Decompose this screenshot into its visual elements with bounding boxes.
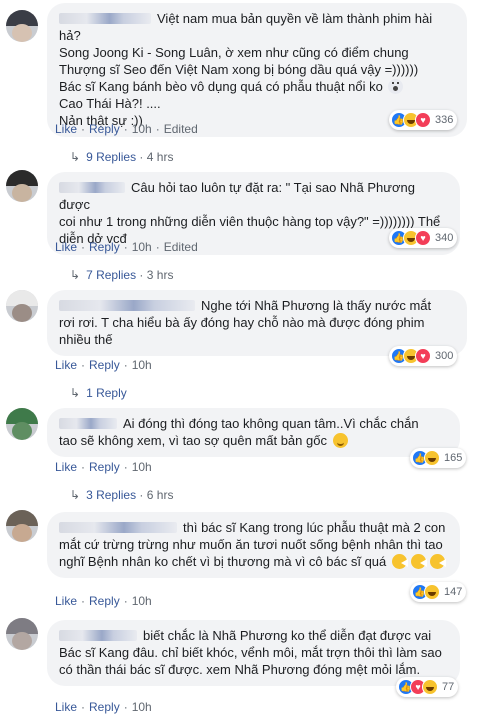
comment-bubble: Ai đóng thì đóng tao không quan tâm..Vì … (47, 408, 460, 457)
reaction-count: 165 (444, 452, 463, 464)
comment-text: thì bác sĩ Kang trong lúc phẫu thuật mà … (183, 520, 446, 535)
avatar[interactable] (6, 510, 38, 542)
avatar[interactable] (6, 170, 38, 202)
commenter-name[interactable] (59, 522, 177, 533)
comment-text: Bác sĩ Kang bánh bèo vô dụng quá có phẫu… (59, 79, 383, 94)
comment-text: có thần thái bác sĩ được. xem Nhã Phương… (59, 662, 421, 677)
comment-actions: Like · Reply · 10h (55, 358, 152, 372)
reply-link[interactable]: Reply (89, 594, 120, 608)
view-replies-link[interactable]: ↳ 1 Reply (70, 386, 127, 400)
reaction-count: 77 (442, 681, 455, 693)
avatar[interactable] (6, 10, 38, 42)
timestamp[interactable]: 10h (132, 358, 152, 372)
avatar[interactable] (6, 290, 38, 322)
reaction-summary[interactable]: 👍 165 (410, 448, 467, 468)
comment-bubble: thì bác sĩ Kang trong lúc phẫu thuật mà … (47, 512, 460, 578)
pacman-emoji-icon (429, 554, 446, 569)
reaction-summary[interactable]: 👍 ♥ 77 (396, 677, 459, 697)
reaction-summary[interactable]: 👍 ♥ 300 (389, 346, 458, 366)
reaction-count: 147 (444, 586, 463, 598)
view-replies-link[interactable]: ↳ 7 Replies · 3 hrs (70, 268, 173, 282)
comment-text: Cao Thái Hà?! .... (59, 96, 161, 111)
smile-emoji-icon (332, 433, 348, 448)
view-replies-link[interactable]: ↳ 3 Replies · 6 hrs (70, 488, 173, 502)
comment-actions: Like · Reply · 10h · Edited (55, 240, 198, 254)
reaction-count: 300 (435, 350, 454, 362)
edited-label[interactable]: Edited (164, 122, 198, 136)
timestamp[interactable]: 10h (132, 594, 152, 608)
reply-arrow-icon: ↳ (70, 488, 81, 502)
comment-text: biết chắc là Nhã Phương ko thể diễn đạt … (143, 628, 432, 643)
comment-text: Ai đóng thì đóng tao không quan tâm..Vì … (123, 416, 419, 431)
scream-emoji-icon (388, 79, 404, 94)
reaction-summary[interactable]: 👍 ♥ 336 (389, 110, 458, 130)
comment-bubble: biết chắc là Nhã Phương ko thể diễn đạt … (47, 620, 460, 686)
timestamp[interactable]: 10h (132, 122, 152, 136)
comment-text: rơi rơi. T cha hiểu bà ấy đóng hay chỗ n… (59, 315, 425, 330)
like-link[interactable]: Like (55, 460, 77, 474)
haha-reaction-icon (424, 450, 440, 466)
reply-link[interactable]: Reply (89, 122, 120, 136)
reply-link[interactable]: Reply (89, 700, 120, 714)
comment-text: coi như 1 trong những diễn viên thuộc hà… (59, 214, 441, 229)
comment-actions: Like · Reply · 10h (55, 594, 152, 608)
like-link[interactable]: Like (55, 122, 77, 136)
comment-actions: Like · Reply · 10h (55, 460, 152, 474)
timestamp[interactable]: 10h (132, 700, 152, 714)
comment-text: nhiều thế (59, 332, 113, 347)
reaction-count: 340 (435, 232, 454, 244)
reply-arrow-icon: ↳ (70, 150, 81, 164)
like-link[interactable]: Like (55, 594, 77, 608)
reaction-summary[interactable]: 👍 ♥ 340 (389, 228, 458, 248)
comment-text: tao sẽ không xem, vì tao sợ quên mất bản… (59, 433, 327, 448)
edited-label[interactable]: Edited (164, 240, 198, 254)
commenter-name[interactable] (59, 300, 195, 311)
replies-time: 6 hrs (146, 488, 174, 502)
reaction-count: 336 (435, 114, 454, 126)
like-link[interactable]: Like (55, 358, 77, 372)
reply-link[interactable]: Reply (89, 358, 120, 372)
like-link[interactable]: Like (55, 700, 77, 714)
comment-text: Nghe tới Nhã Phương là thấy nước mắt (201, 298, 432, 313)
comment-text: Bác sĩ Kang đâu. chỉ biết khóc, vểnh môi… (59, 645, 442, 660)
comment-text: Thượng sĩ Seo đến Việt Nam xong bị bóng … (59, 62, 419, 77)
replies-time: 4 hrs (146, 150, 174, 164)
love-reaction-icon: ♥ (415, 230, 431, 246)
pacman-emoji-icon (391, 554, 408, 569)
reply-link[interactable]: Reply (89, 460, 120, 474)
love-reaction-icon: ♥ (415, 112, 431, 128)
commenter-name[interactable] (59, 182, 125, 193)
reply-arrow-icon: ↳ (70, 386, 81, 400)
avatar[interactable] (6, 408, 38, 440)
reply-arrow-icon: ↳ (70, 268, 81, 282)
timestamp[interactable]: 10h (132, 460, 152, 474)
replies-count[interactable]: 1 Reply (86, 386, 127, 400)
timestamp[interactable]: 10h (132, 240, 152, 254)
replies-time: 3 hrs (146, 268, 174, 282)
view-replies-link[interactable]: ↳ 9 Replies · 4 hrs (70, 150, 173, 164)
comment-text: Song Joong Ki - Song Luân, ờ xem như cũn… (59, 45, 409, 60)
commenter-name[interactable] (59, 13, 151, 24)
reaction-summary[interactable]: 👍 147 (410, 582, 467, 602)
replies-count[interactable]: 7 Replies (86, 268, 136, 282)
comment-text: mắt cứ trừng trừng như muốn ăn tươi nuốt… (59, 537, 443, 552)
replies-count[interactable]: 3 Replies (86, 488, 136, 502)
haha-reaction-icon (424, 584, 440, 600)
commenter-name[interactable] (59, 630, 137, 641)
comment-actions: Like · Reply · 10h (55, 700, 152, 714)
like-link[interactable]: Like (55, 240, 77, 254)
comment-text: nghĩ Bệnh nhân ko chết vì bị thương mà v… (59, 554, 387, 569)
comment-actions: Like · Reply · 10h · Edited (55, 122, 198, 136)
replies-count[interactable]: 9 Replies (86, 150, 136, 164)
haha-reaction-icon (422, 679, 438, 695)
reply-link[interactable]: Reply (89, 240, 120, 254)
commenter-name[interactable] (59, 418, 117, 429)
love-reaction-icon: ♥ (415, 348, 431, 364)
pacman-emoji-icon (410, 554, 427, 569)
avatar[interactable] (6, 618, 38, 650)
